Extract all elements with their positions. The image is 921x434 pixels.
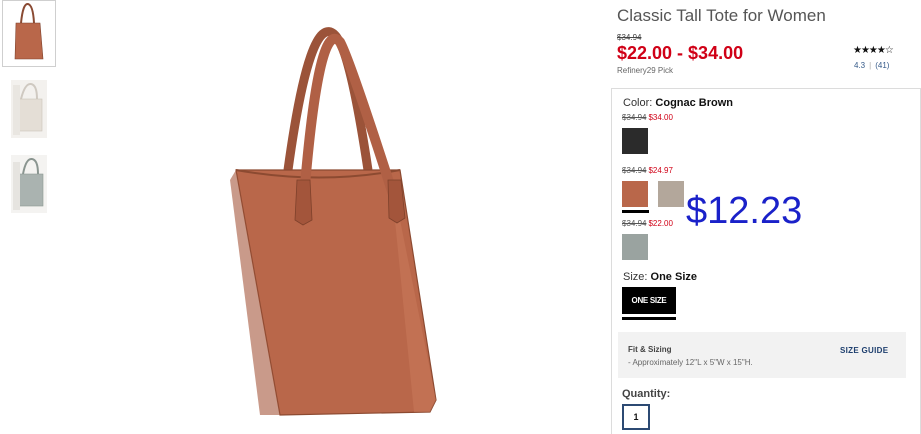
swatch-cognac-brown[interactable] <box>622 181 648 207</box>
color-group-price-3: $34.94 $22.00 <box>622 219 673 228</box>
star-rating-icon[interactable]: ★★★★☆ <box>853 45 894 56</box>
fit-sizing-box <box>618 332 906 378</box>
editor-pick: Refinery29 Pick <box>617 66 674 75</box>
swatch-gray[interactable] <box>622 234 648 260</box>
size-label-text: Size: <box>623 271 648 283</box>
old-price: $34.94 <box>622 219 647 228</box>
selected-size: One Size <box>650 271 697 283</box>
rating-separator: | <box>869 61 872 70</box>
rating-summary[interactable]: 4.3 | (41) <box>854 61 889 70</box>
thumbnail-cognac-tote[interactable] <box>2 0 56 67</box>
sale-price: $24.97 <box>648 166 673 175</box>
options-panel <box>611 88 921 434</box>
thumbnail-model-white-tote[interactable] <box>3 75 55 140</box>
color-label: Color: Cognac Brown <box>623 97 733 109</box>
product-title: Classic Tall Tote for Women <box>617 6 826 25</box>
color-label-text: Color: <box>623 97 653 109</box>
thumbnail-model-gray-tote[interactable] <box>3 150 55 215</box>
fit-sizing-title: Fit & Sizing <box>628 345 672 354</box>
size-label: Size: One Size <box>623 271 697 283</box>
old-price: $34.94 <box>622 166 647 175</box>
selected-color-name: Cognac Brown <box>655 97 734 109</box>
swatch-black[interactable] <box>622 128 648 154</box>
review-count: (41) <box>875 61 890 70</box>
overlay-price-annotation: $12.23 <box>686 190 803 232</box>
color-group-price-1: $34.94 $34.00 <box>622 113 673 122</box>
quantity-input[interactable]: 1 <box>622 404 650 430</box>
size-guide-link[interactable]: SIZE GUIDE <box>840 346 888 355</box>
quantity-label: Quantity: <box>622 388 671 400</box>
fit-sizing-dimensions: - Approximately 12"L x 5"W x 15"H. <box>628 358 753 367</box>
main-product-image <box>200 20 480 420</box>
sale-price: $22.00 <box>648 219 673 228</box>
selected-swatch-indicator <box>622 210 649 213</box>
price-range: $22.00 - $34.00 <box>617 43 744 63</box>
old-price: $34.94 <box>622 113 647 122</box>
swatch-taupe[interactable] <box>658 181 684 207</box>
rating-value: 4.3 <box>854 61 866 70</box>
color-group-price-2: $34.94 $24.97 <box>622 166 673 175</box>
original-price: $34.94 <box>617 33 642 42</box>
selected-size-indicator <box>622 317 676 320</box>
sale-price: $34.00 <box>648 113 673 122</box>
size-one-size-button[interactable]: ONE SIZE <box>622 287 676 314</box>
